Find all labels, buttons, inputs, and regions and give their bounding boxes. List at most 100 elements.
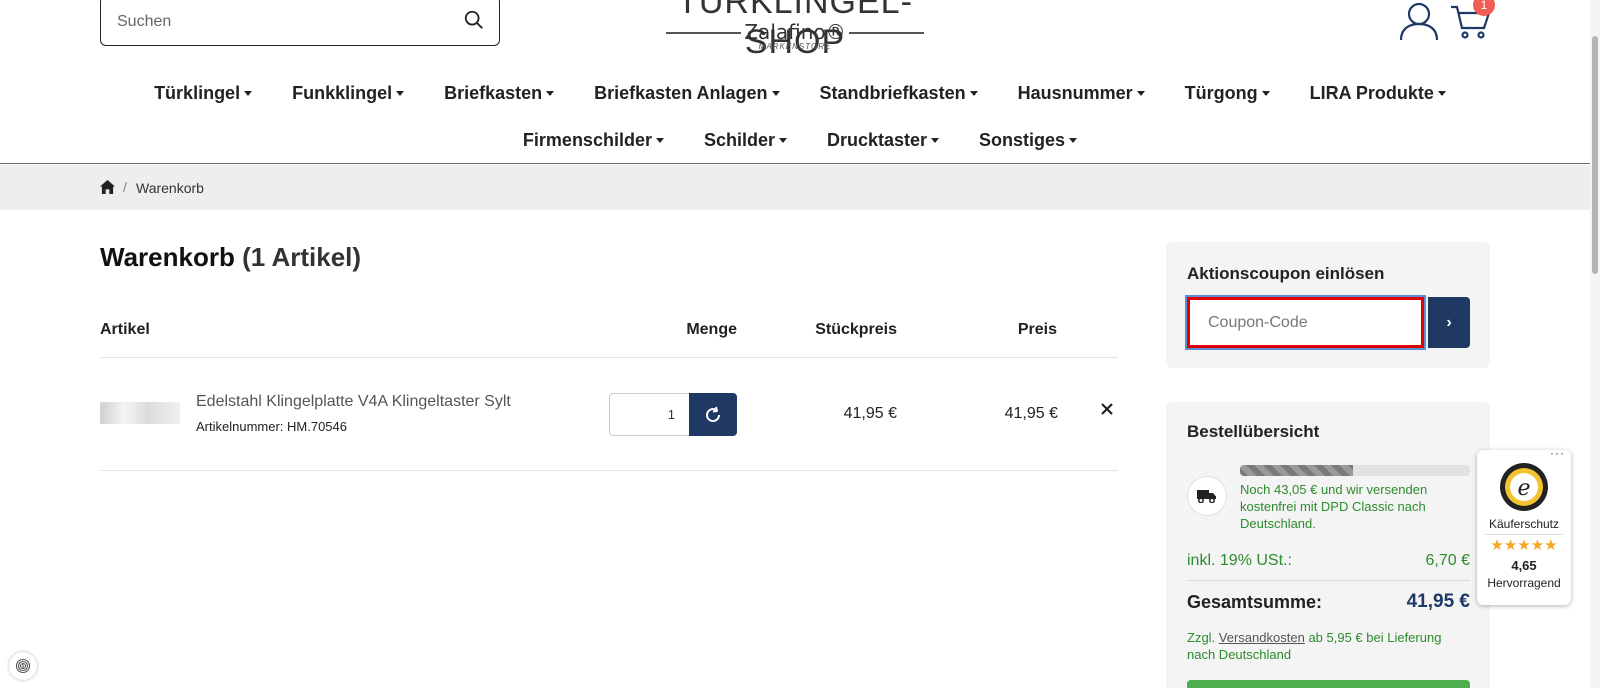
breadcrumb: / Warenkorb <box>0 165 1600 210</box>
nav-item-sonstiges[interactable]: Sonstiges <box>959 127 1097 153</box>
order-summary-panel: Bestellübersicht Noch 43,05 € und wir ve… <box>1166 402 1490 688</box>
nav-item-label: Schilder <box>703 130 775 150</box>
caret-down-icon <box>1437 90 1446 96</box>
trusted-shops-badge[interactable]: ··· e Käuferschutz ★★★★★ 4,65 Hervorrage… <box>1477 446 1571 605</box>
line-price: 41,95 € <box>1004 405 1058 422</box>
nav-item-hausnummer[interactable]: Hausnummer <box>998 80 1165 106</box>
nav-item-label: Standbriefkasten <box>819 83 966 103</box>
nav-item-schilder[interactable]: Schilder <box>684 127 807 153</box>
nav-item-label: Briefkasten <box>444 83 543 103</box>
product-thumbnail[interactable] <box>100 402 180 424</box>
total-label: Gesamtsumme: <box>1187 592 1323 612</box>
free-shipping-progress <box>1240 465 1470 476</box>
coupon-submit-button[interactable]: › <box>1428 297 1470 348</box>
column-header-price: Preis <box>1017 321 1057 338</box>
caret-down-icon <box>931 137 940 143</box>
divider <box>100 470 1118 471</box>
cart-item-count: (1 Artikel) <box>242 242 362 272</box>
caret-down-icon <box>655 137 664 143</box>
rating-score: 4,65 <box>1511 558 1537 573</box>
nav-item-firmenschilder[interactable]: Firmenschilder <box>503 127 684 153</box>
close-icon[interactable] <box>1101 403 1113 415</box>
caret-down-icon <box>1069 137 1078 143</box>
column-header-unit-price: Stückpreis <box>815 321 897 338</box>
checkout-button[interactable] <box>1187 680 1470 688</box>
coupon-title: Aktionscoupon einlösen <box>1187 264 1385 283</box>
summary-title: Bestellübersicht <box>1187 422 1320 441</box>
search-box[interactable] <box>100 0 500 46</box>
nav-item-tuerklingel[interactable]: Türklingel <box>134 80 272 106</box>
buyer-protection-label: Käuferschutz <box>1488 517 1560 531</box>
caret-down-icon <box>969 90 978 96</box>
caret-down-icon <box>396 90 405 96</box>
refresh-icon <box>706 406 721 422</box>
seal-letter: e <box>1517 476 1530 501</box>
user-account-icon[interactable] <box>1398 0 1440 42</box>
privacy-settings-button[interactable] <box>9 652 37 680</box>
trusted-shops-seal-icon: e <box>1500 463 1548 511</box>
column-header-article: Artikel <box>100 321 150 338</box>
divider <box>1485 534 1563 535</box>
nav-item-lira-produkte[interactable]: LIRA Produkte <box>1290 80 1466 106</box>
coupon-panel: Aktionscoupon einlösen › <box>1166 242 1490 368</box>
site-logo[interactable]: TÜRKLINGEL-SHOP Zalafino® MARKENSTORE <box>630 0 960 61</box>
column-header-quantity: Menge <box>686 321 737 338</box>
truck-icon-wrapper <box>1187 476 1227 516</box>
nav-item-label: Firmenschilder <box>522 130 652 150</box>
divider <box>100 357 1118 358</box>
unit-price: 41,95 € <box>843 405 897 422</box>
nav-item-label: Hausnummer <box>1017 83 1133 103</box>
caret-down-icon <box>771 90 780 96</box>
vat-value: 6,70 € <box>1425 552 1470 569</box>
nav-item-label: Türgong <box>1184 83 1258 103</box>
total-value: 41,95 € <box>1406 591 1470 612</box>
vat-label: inkl. 19% USt.: <box>1187 552 1292 569</box>
nav-item-tuergong[interactable]: Türgong <box>1165 80 1290 106</box>
caret-down-icon <box>779 137 787 143</box>
search-input[interactable] <box>117 7 437 37</box>
free-shipping-text: Noch 43,05 € und wir versenden kostenfre… <box>1240 482 1428 531</box>
caret-down-icon <box>1261 90 1270 96</box>
more-options-icon[interactable]: ··· <box>1550 446 1565 460</box>
nav-item-label: Türklingel <box>154 83 241 103</box>
truck-icon <box>1197 490 1216 503</box>
home-icon[interactable] <box>100 180 115 194</box>
progress-fill <box>1240 465 1353 476</box>
nav-item-funkklingel[interactable]: Funkklingel <box>272 80 424 106</box>
caret-down-icon <box>546 90 555 96</box>
rating-text: Hervorragend <box>1487 576 1561 590</box>
caret-down-icon <box>1136 90 1145 96</box>
caret-down-icon <box>244 90 253 96</box>
nav-item-label: Funkklingel <box>292 83 393 103</box>
product-name-link[interactable]: Edelstahl Klingelplatte V4A Klingeltaste… <box>196 393 511 411</box>
shipping-note: Zzgl. Versandkosten ab 5,95 € bei Liefer… <box>1187 629 1472 663</box>
nav-item-briefkasten[interactable]: Briefkasten <box>424 80 574 106</box>
logo-line-right <box>849 32 924 34</box>
nav-item-label: Drucktaster <box>827 130 928 150</box>
site-header: TÜRKLINGEL-SHOP Zalafino® MARKENSTORE 1 … <box>0 0 1600 164</box>
breadcrumb-separator: / <box>123 179 127 195</box>
cart-title-text: Warenkorb <box>100 242 235 272</box>
update-quantity-button[interactable] <box>689 393 737 436</box>
nav-item-drucktaster[interactable]: Drucktaster <box>807 127 959 153</box>
nav-item-label: Briefkasten Anlagen <box>594 83 768 103</box>
scrollbar-thumb[interactable] <box>1592 36 1598 274</box>
coupon-code-input[interactable] <box>1185 295 1426 350</box>
search-icon[interactable] <box>463 9 485 31</box>
note-prefix: Zzgl. <box>1187 630 1216 645</box>
quantity-input[interactable] <box>609 393 689 436</box>
breadcrumb-current: Warenkorb <box>136 180 204 196</box>
main-nav-row-1: Türklingel Funkklingel Briefkasten Brief… <box>0 80 1600 106</box>
main-nav-row-2: Firmenschilder Schilder Drucktaster Sons… <box>0 127 1600 153</box>
nav-item-label: Sonstiges <box>979 130 1066 150</box>
shipping-costs-link[interactable]: Versandkosten <box>1219 630 1305 645</box>
page-scrollbar[interactable] <box>1590 0 1600 688</box>
nav-item-briefkasten-anlagen[interactable]: Briefkasten Anlagen <box>574 80 799 106</box>
page-title: Warenkorb (1 Artikel) <box>100 242 361 273</box>
divider <box>1187 580 1470 581</box>
nav-item-standbriefkasten[interactable]: Standbriefkasten <box>800 80 998 106</box>
fingerprint-icon <box>15 658 31 674</box>
rating-stars: ★★★★★ <box>1490 537 1558 554</box>
logo-store: MARKENSTORE <box>758 42 832 51</box>
nav-item-label: LIRA Produkte <box>1309 83 1434 103</box>
